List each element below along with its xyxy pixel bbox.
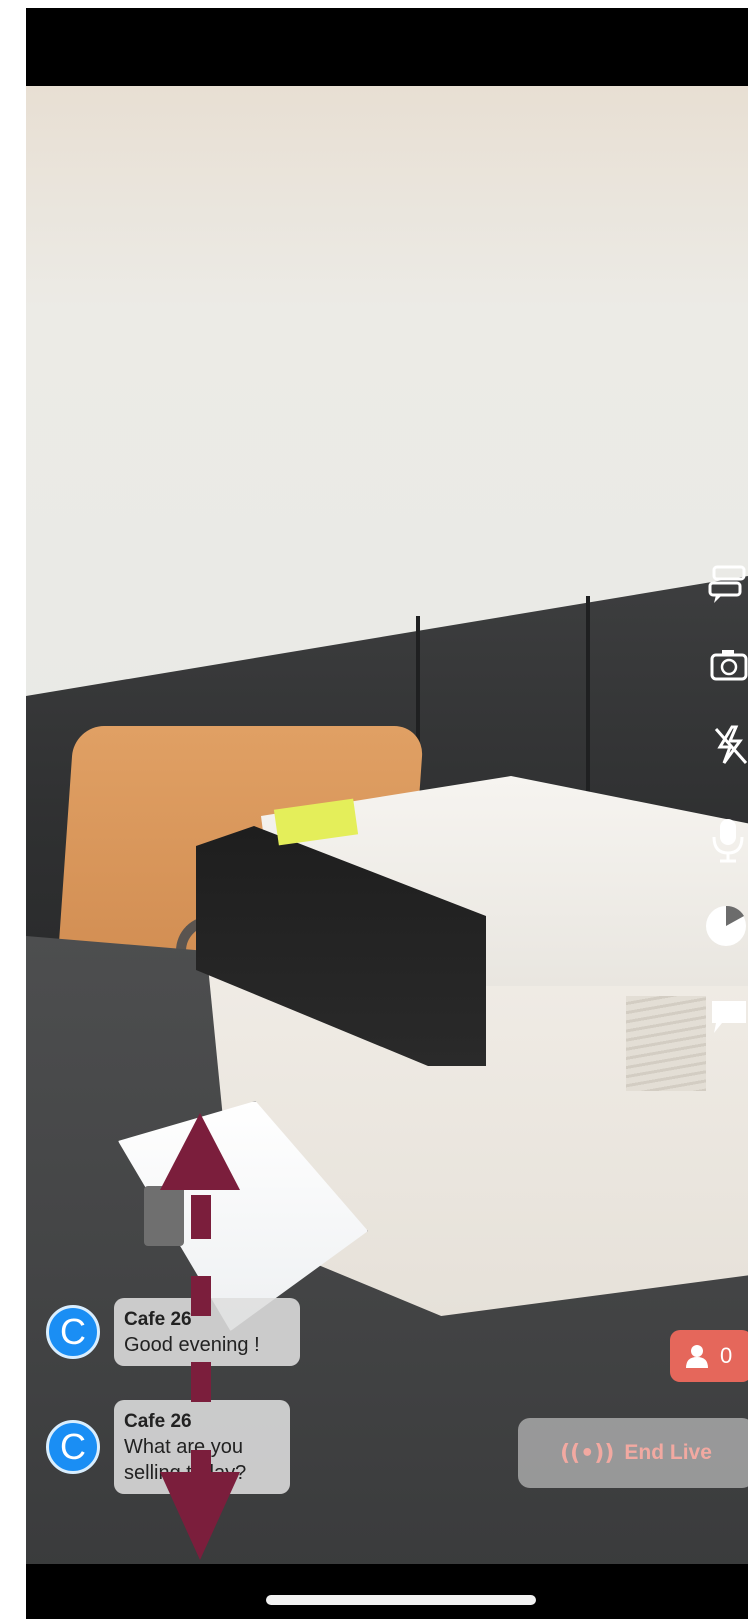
flash-toggle-button[interactable] [702,721,748,769]
end-live-button[interactable]: ((•)) End Live [518,1418,748,1488]
chat-author: Cafe 26 [124,1309,192,1330]
microphone-button[interactable] [702,816,748,864]
broadcast-icon: ((•)) [560,1440,615,1466]
chat-text: What are you selling today? [124,1436,247,1484]
chat-message: C Cafe 26 What are you selling today? [46,1400,290,1494]
avatar: C [46,1305,100,1359]
beauty-filter-button[interactable] [702,901,748,949]
home-indicator[interactable] [266,1595,536,1605]
chat-text: Good evening ! [124,1334,260,1356]
viewer-count: 0 [720,1343,733,1368]
switch-camera-button[interactable] [702,641,748,689]
chat-bubbles-button[interactable] [702,561,748,609]
beauty-filter-icon [706,905,746,946]
chat-message: C Cafe 26 Good evening ! [46,1298,300,1366]
chat-bubbles-icon [708,565,746,603]
avatar: C [46,1420,100,1474]
live-stream-screen: 0 ((•)) End Live C Cafe 26 Good evening … [26,8,748,1619]
chat-bubble: Cafe 26 What are you selling today? [114,1400,290,1494]
microphone-icon [712,819,744,863]
printer-vent [626,996,706,1091]
chat-bubble: Cafe 26 Good evening ! [114,1298,300,1366]
viewer-count-badge: 0 [670,1330,748,1382]
paper-guide [144,1186,184,1246]
comment-icon [712,1001,746,1033]
status-bar [26,8,748,86]
end-live-label: End Live [624,1441,712,1464]
home-bar [26,1564,748,1619]
flash-off-icon [714,725,748,764]
person-icon [686,1345,708,1368]
camera-switch-icon [710,650,748,681]
chat-author: Cafe 26 [124,1411,192,1432]
comment-button[interactable] [702,993,748,1041]
